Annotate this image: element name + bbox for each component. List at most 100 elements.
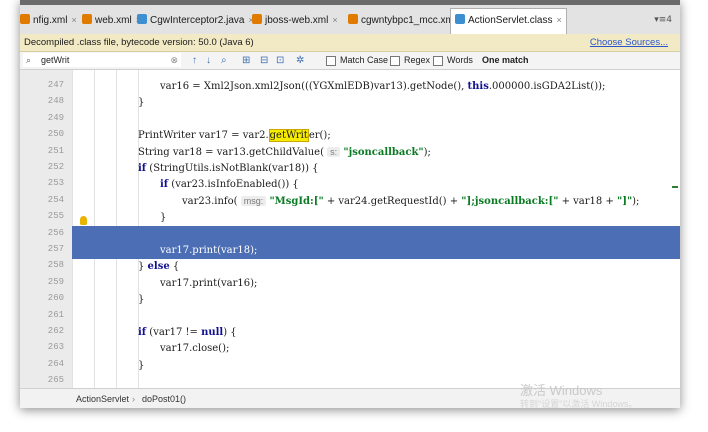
code-line[interactable]: if (StringUtils.isNotBlank(var18)) { [72,160,680,177]
line-number: 251 [47,145,64,156]
code-text: var17.close(); [160,343,230,355]
line-number: 250 [47,129,64,140]
line-number: 265 [47,375,64,386]
breadcrumb-separator: › [132,394,135,404]
line-number: 256 [47,227,64,238]
match-count: One match [482,55,529,65]
words-label: Words [447,55,473,65]
line-number: 261 [47,309,64,320]
code-line[interactable]: if (var23.isInfoEnabled()) { [72,176,680,193]
close-tab-icon[interactable]: × [556,15,561,25]
match-case-checkbox[interactable] [326,56,336,66]
tab-web-xml[interactable]: web.xml× [82,9,141,31]
code-line[interactable]: var17.print(var16); [72,275,680,292]
choose-sources-link[interactable]: Choose Sources... [590,34,668,51]
line-number: 263 [47,342,64,353]
tab-label: web.xml [95,15,132,26]
tab-actionservlet-class[interactable]: ActionServlet.class × [450,8,567,34]
tab-cgwntybpc1-mcc-xml[interactable]: cgwntybpc1_mcc.xml× [348,9,465,31]
code-text: } [138,97,145,109]
code-line[interactable]: } [72,209,680,226]
words-checkbox[interactable] [433,56,443,66]
close-tab-icon[interactable]: × [332,15,337,25]
tab-cgwinterceptor2-java[interactable]: CgwInterceptor2.java× [137,9,254,31]
code-text: if (var23.isInfoEnabled()) { [160,179,299,191]
line-number: 264 [47,358,64,369]
code-line[interactable]: } [72,357,680,374]
windows-activation-subtitle: 转到"设置"以激活 Windows。 [520,399,638,409]
code-line[interactable]: var17.print(var18); [72,242,680,259]
tab-jboss-web-xml[interactable]: jboss-web.xml × [252,9,338,31]
search-icon: ⌕ [26,55,32,65]
code-text: String var18 = var13.getChildValue( s: "… [138,146,431,158]
line-number: 248 [47,96,64,107]
regex-checkbox[interactable] [390,56,400,66]
code-line[interactable] [72,308,680,325]
code-text: PrintWriter var17 = var2.getWriter(); [138,129,331,143]
code-line[interactable]: if (var17 != null) { [72,324,680,341]
line-number: 260 [47,293,64,304]
line-number: 259 [47,276,64,287]
breadcrumb-class[interactable]: ActionServlet [76,389,129,408]
filter-occurrences-icon[interactable]: ⊡ [276,52,284,69]
line-number: 254 [47,194,64,205]
code-text: var17.print(var16); [160,277,258,289]
tab-label: CgwInterceptor2.java [150,15,245,26]
code-line[interactable]: var23.info( msg: "MsgId:[" + var24.getRe… [72,193,680,210]
banner-message: Decompiled .class file, bytecode version… [24,37,254,48]
code-line[interactable]: } [72,291,680,308]
tab-label: ActionServlet.class [468,15,553,26]
search-input[interactable]: ⌕ getWrit ⊗ [23,53,181,67]
intention-bulb-icon[interactable] [80,216,87,225]
xml-icon [20,14,30,24]
tab-label: nfig.xml [33,15,68,26]
code-text: } else { [138,261,180,273]
search-query: getWrit [41,55,70,65]
code-line[interactable]: var17.close(); [72,340,680,357]
settings-gear-icon[interactable]: ✲ [296,52,304,69]
code-text: } [138,294,145,306]
code-line[interactable] [72,225,680,243]
tab-nfig-xml[interactable]: nfig.xml × [20,9,77,31]
xml-icon [252,14,262,24]
decompiled-banner: Decompiled .class file, bytecode version… [20,34,680,52]
line-number: 252 [47,162,64,172]
code-text: if (var17 != null) { [138,327,237,338]
regex-label: Regex [404,55,431,65]
line-number: 257 [47,244,64,254]
clear-search-icon[interactable]: ⊗ [170,53,178,67]
xml-icon [82,14,92,24]
line-number-gutter: 247 248 249 250 251 252 253 254 255 256 257 258 259 2… [20,70,72,388]
code-line[interactable]: } [72,94,680,111]
add-selection-icon[interactable]: ⊞ [242,52,250,69]
code-text: if (StringUtils.isNotBlank(var18)) { [138,163,319,174]
class-icon [455,14,465,24]
code-text: } [160,212,167,224]
next-occurrence-icon[interactable]: ↓ [206,52,211,69]
line-number: 255 [47,211,64,222]
code-text: } [138,359,145,371]
code-text: var16 = Xml2Json.xml2Json(((YGXmlEDB)var… [160,81,606,92]
breadcrumb-method[interactable]: doPost01() [142,389,186,408]
code-editor[interactable]: var16 = Xml2Json.xml2Json(((YGXmlEDB)var… [72,70,680,388]
code-text: var17.print(var18); [160,245,258,256]
scrollbar-match-marker [672,186,678,188]
class-icon [137,14,147,24]
line-number: 247 [47,80,64,90]
code-line[interactable] [72,111,680,128]
code-line[interactable]: var16 = Xml2Json.xml2Json(((YGXmlEDB)var… [72,78,680,95]
code-line[interactable]: } else { [72,258,680,275]
select-all-occurrences-icon[interactable]: ⊟ [260,52,268,69]
line-number: 253 [47,178,64,189]
previous-occurrence-icon[interactable]: ↑ [192,52,197,69]
code-line[interactable]: PrintWriter var17 = var2.getWriter(); [72,127,680,144]
close-tab-icon[interactable]: × [71,15,76,25]
tab-label: jboss-web.xml [265,15,329,26]
line-number: 258 [47,260,64,271]
line-number: 249 [47,112,64,123]
tabs-overflow-button[interactable]: ▾≡4 [654,15,672,25]
editor-tab-bar: ▾≡4 nfig.xml×web.xml×CgwInterceptor2.jav… [20,5,680,35]
find-all-icon[interactable]: ⌕ [221,52,227,69]
find-bar: ⌕ getWrit ⊗ ↑ ↓ ⌕ ⊞ ⊟ ⊡ ✲ Match Case Reg… [20,52,680,70]
code-line[interactable]: String var18 = var13.getChildValue( s: "… [72,144,680,161]
